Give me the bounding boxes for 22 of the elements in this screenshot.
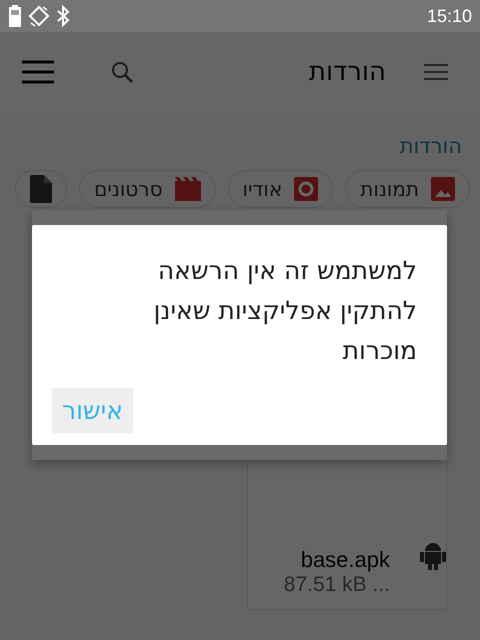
ok-button[interactable]: אישור (52, 388, 133, 433)
file-size: 87.51 kB ... (284, 573, 390, 597)
menu-icon[interactable] (424, 63, 448, 81)
category-chip[interactable] (15, 170, 68, 208)
rotate-icon (28, 5, 50, 27)
bluetooth-icon (56, 5, 70, 27)
android-icon (420, 541, 446, 571)
breadcrumb-link[interactable]: הורדות (400, 134, 462, 158)
battery-icon (8, 5, 22, 27)
category-chip[interactable]: תמונות (345, 170, 470, 208)
file-name: base.apk (300, 547, 390, 573)
document-icon (30, 175, 52, 203)
status-time: 15:10 (426, 6, 472, 26)
image-icon (431, 177, 455, 201)
menu-icon[interactable] (22, 60, 54, 84)
category-chip[interactable]: סרטונים (79, 170, 216, 208)
audio-icon (294, 177, 318, 201)
dialog-message: למשתמש זה אין הרשאה להתקין אפליקציות שאינן מוכרות (152, 255, 417, 367)
search-icon[interactable] (110, 60, 134, 84)
toolbar-title: הורדות (308, 57, 386, 87)
clapperboard-icon (174, 177, 201, 201)
category-chip[interactable]: אודיו (228, 170, 334, 208)
